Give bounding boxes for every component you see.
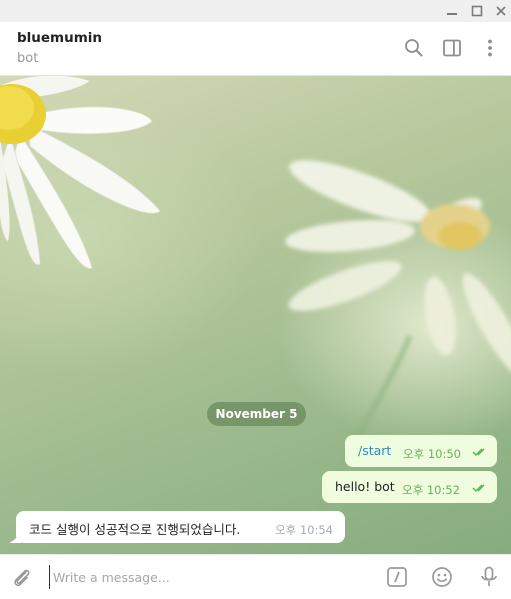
minimize-button[interactable]: [439, 0, 465, 22]
double-check-icon: [472, 448, 485, 457]
microphone-icon: [481, 566, 497, 586]
sidebar-toggle-button[interactable]: [440, 36, 464, 60]
message-time: 오후 10:52: [402, 483, 460, 497]
bot-command-link[interactable]: /start: [358, 443, 391, 458]
bubble-tail: [9, 533, 21, 543]
message-input[interactable]: [49, 565, 373, 589]
chat-title[interactable]: bluemumin: [17, 30, 102, 46]
bot-commands-icon: [387, 567, 407, 587]
more-vertical-icon: [488, 39, 492, 57]
message-time: 오후 10:54: [275, 523, 333, 537]
close-icon: [496, 6, 506, 16]
voice-record-button[interactable]: [477, 565, 501, 589]
attach-button[interactable]: [10, 565, 34, 589]
message-text: hello! bot: [335, 479, 395, 494]
chat-subtitle: bot: [17, 51, 39, 66]
message-composer: [0, 554, 511, 599]
maximize-button[interactable]: [464, 0, 490, 22]
more-menu-button[interactable]: [478, 36, 502, 60]
message-text: 코드 실행이 성공적으로 진행되었습니다.: [29, 522, 241, 537]
outgoing-message-bubble[interactable]: hello! bot 오후 10:52: [322, 471, 497, 503]
message-time: 오후 10:50: [403, 447, 461, 461]
double-check-icon: [472, 484, 485, 493]
maximize-icon: [471, 5, 483, 17]
chat-header: bluemumin bot: [0, 22, 511, 76]
emoji-icon: [432, 567, 452, 587]
search-icon: [405, 39, 423, 57]
emoji-button[interactable]: [430, 565, 454, 589]
minimize-icon: [447, 13, 457, 15]
incoming-message-bubble[interactable]: 코드 실행이 성공적으로 진행되었습니다. 오후 10:54: [16, 511, 345, 543]
close-window-button[interactable]: [488, 0, 511, 22]
search-button[interactable]: [402, 36, 426, 60]
window-titlebar: [0, 0, 511, 22]
attach-icon: [14, 569, 30, 587]
bot-commands-button[interactable]: [385, 565, 409, 589]
chat-history[interactable]: November 5 /start 오후 10:50 hello! bot 오후…: [0, 76, 511, 554]
outgoing-message-bubble[interactable]: /start 오후 10:50: [345, 435, 497, 467]
sidebar-toggle-icon: [443, 39, 461, 57]
date-divider: November 5: [207, 402, 306, 426]
